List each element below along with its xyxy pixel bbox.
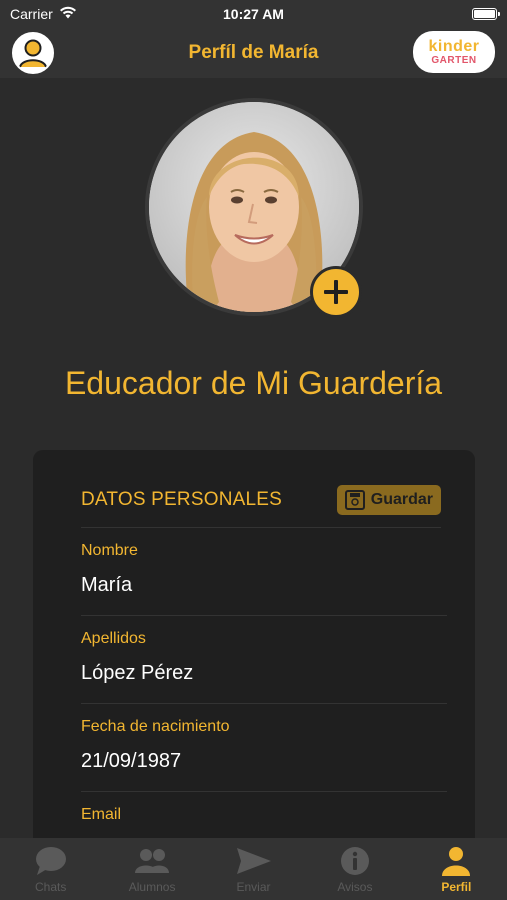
- send-icon: [236, 848, 271, 874]
- field-value[interactable]: López Pérez: [81, 662, 193, 685]
- user-avatar-button[interactable]: [12, 32, 54, 74]
- save-icon: [344, 489, 365, 510]
- battery-fill: [474, 10, 495, 18]
- tab-label: Avisos: [337, 880, 373, 894]
- page-title: Perfíl de María: [188, 42, 319, 63]
- tab-chats[interactable]: Chats: [0, 838, 101, 900]
- tab-label: Enviar: [236, 880, 271, 894]
- user-avatar-icon: [14, 34, 52, 72]
- nav-bar: Perfíl de María kinder GARTEN: [0, 28, 507, 78]
- tab-enviar[interactable]: Enviar: [203, 838, 304, 900]
- status-left: Carrier: [10, 6, 77, 22]
- field-label: Email: [81, 806, 122, 823]
- chat-bubble-icon: [35, 847, 66, 875]
- status-bar: Carrier 10:27 AM: [0, 0, 507, 28]
- kindergarten-logo: kinder GARTEN: [413, 31, 495, 73]
- people-icon: [135, 849, 170, 873]
- tab-bar: Chats Alumnos Enviar Avisos Perfil: [0, 838, 507, 900]
- tab-label: Alumnos: [128, 880, 176, 894]
- field-label: Nombre: [81, 542, 138, 559]
- field-label: Apellidos: [81, 630, 146, 647]
- field-apellidos[interactable]: Apellidos López Pérez: [81, 616, 447, 704]
- carrier-label: Carrier: [10, 6, 53, 22]
- field-nombre[interactable]: Nombre María: [81, 528, 447, 616]
- personal-data-card: DATOS PERSONALES Guardar Nombre María Ap…: [33, 450, 475, 850]
- tab-label: Chats: [35, 880, 67, 894]
- battery-icon: [472, 8, 500, 20]
- save-button[interactable]: Guardar: [336, 484, 441, 515]
- info-icon: [340, 847, 369, 875]
- tab-perfil[interactable]: Perfil: [406, 838, 507, 900]
- logo-text-top: kinder: [428, 37, 480, 55]
- tab-avisos[interactable]: Avisos: [304, 838, 405, 900]
- wifi-icon: [59, 6, 77, 22]
- field-label: Fecha de nacimiento: [81, 718, 230, 735]
- logo-text-bottom: GARTEN: [431, 54, 477, 66]
- field-value[interactable]: María: [81, 574, 132, 597]
- field-fecha-nacimiento[interactable]: Fecha de nacimiento 21/09/1987: [81, 704, 447, 792]
- tab-label: Perfil: [441, 880, 472, 894]
- field-value[interactable]: 21/09/1987: [81, 750, 181, 773]
- role-title: Educador de Mi Guardería: [64, 365, 443, 401]
- add-photo-button[interactable]: [310, 266, 362, 318]
- tab-alumnos[interactable]: Alumnos: [101, 838, 202, 900]
- person-icon: [442, 847, 471, 876]
- section-title: DATOS PERSONALES: [81, 488, 283, 510]
- save-label: Guardar: [370, 490, 433, 508]
- plus-icon: [324, 280, 348, 304]
- card-header: DATOS PERSONALES Guardar: [81, 472, 441, 528]
